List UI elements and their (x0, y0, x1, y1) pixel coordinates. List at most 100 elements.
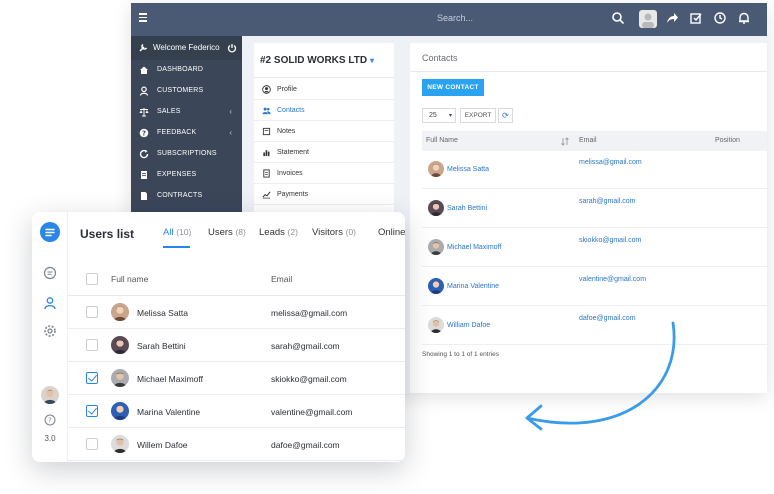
hamburger-icon[interactable] (139, 13, 147, 22)
contact-name[interactable]: Marina Valentine (447, 283, 499, 290)
checkbox-edit-icon[interactable] (689, 11, 703, 25)
user-name[interactable]: Michael Maximoff (137, 374, 203, 384)
avatar (428, 317, 444, 333)
sidebar-item-contracts[interactable]: CONTRACTS (131, 186, 242, 207)
tab-label: Online (378, 227, 405, 238)
row-checkbox[interactable] (86, 339, 98, 351)
page-length-select[interactable]: 25 ▾ (422, 108, 456, 123)
contact-email[interactable]: sarah@gmail.com (579, 198, 636, 205)
table-row[interactable]: Melissa Satta melissa@gmail.com (68, 296, 405, 329)
page-length-value: 25 (429, 112, 437, 119)
contact-name[interactable]: Sarah Bettini (447, 205, 487, 212)
sidebar-item-feedback[interactable]: ? FEEDBACK ‹ (131, 123, 242, 144)
power-icon[interactable] (227, 43, 237, 53)
new-contact-button[interactable]: NEW CONTACT (422, 79, 484, 96)
document-icon (141, 192, 147, 200)
tab-users[interactable]: Users (8) (208, 227, 246, 238)
help-icon[interactable]: ? (44, 414, 56, 426)
select-all-checkbox[interactable] (86, 273, 98, 285)
search-icon[interactable] (611, 11, 625, 25)
user-name[interactable]: Willem Dafoe (137, 440, 188, 450)
table-row[interactable]: Michael Maximoff skiokko@gmail.com (422, 229, 767, 267)
sidebar-item-expenses[interactable]: EXPENSES (131, 165, 242, 186)
sub-item-label: Invoices (277, 170, 303, 177)
user-name[interactable]: Melissa Satta (137, 308, 188, 318)
avatar[interactable] (41, 386, 59, 404)
sub-item-invoices[interactable]: Invoices (254, 163, 394, 184)
caret-down-icon: ▾ (448, 113, 452, 119)
users-list-window: ? 3.0 Users list All (10) Users (8) Lead… (32, 212, 405, 462)
contact-name[interactable]: William Dafoe (447, 322, 490, 329)
table-row[interactable]: Sarah Bettini sarah@gmail.com (68, 329, 405, 362)
table-row[interactable]: Marina Valentine valentine@gmail.com (68, 395, 405, 428)
table-row[interactable]: Melissa Satta melissa@gmail.com (422, 151, 767, 189)
conversations-icon[interactable] (43, 266, 57, 280)
avatar (111, 369, 129, 387)
sub-item-statement[interactable]: Statement (254, 142, 394, 163)
svg-text:?: ? (48, 417, 52, 425)
contact-email[interactable]: skiokko@gmail.com (579, 237, 641, 244)
sidebar-item-dashboard[interactable]: DASHBOARD (131, 60, 242, 81)
sub-item-notes[interactable]: Notes (254, 121, 394, 142)
avatar (111, 303, 129, 321)
row-checkbox[interactable] (86, 372, 98, 384)
clock-icon[interactable] (713, 11, 727, 25)
table-row[interactable]: Marina Valentine valentine@gmail.com (422, 268, 767, 306)
tab-count: (0) (345, 227, 357, 237)
table-row[interactable]: Sarah Bettini sarah@gmail.com (422, 190, 767, 228)
export-button[interactable]: EXPORT (460, 108, 496, 123)
tab-count: (2) (287, 227, 298, 237)
refresh-button[interactable]: ⟳ (498, 108, 513, 123)
users-table-header: Full name Email (68, 262, 405, 296)
tab-all[interactable]: All (10) (163, 227, 191, 238)
avatar (428, 239, 444, 255)
column-header-position[interactable]: Position (715, 137, 740, 144)
user-email: melissa@gmail.com (271, 308, 348, 318)
contact-email[interactable]: melissa@gmail.com (579, 159, 642, 166)
tab-visitors[interactable]: Visitors (0) (312, 227, 356, 238)
row-checkbox[interactable] (86, 438, 98, 450)
column-header-full-name[interactable]: Full Name (426, 137, 458, 144)
sidebar-item-customers[interactable]: CUSTOMERS (131, 81, 242, 102)
receipt-icon (141, 171, 147, 179)
contacts-table-header: Full Name Email Position (422, 131, 767, 151)
tab-leads[interactable]: Leads (2) (259, 227, 298, 238)
chevron-left-icon: ‹ (229, 128, 232, 137)
sidebar-item-sales[interactable]: SALES ‹ (131, 102, 242, 123)
sort-icon[interactable] (561, 137, 570, 146)
line-chart-icon (262, 191, 271, 199)
column-header-full-name[interactable]: Full name (111, 274, 148, 284)
table-row[interactable]: Willem Dafoe dafoe@gmail.com (68, 428, 405, 461)
tab-online[interactable]: Online (378, 227, 405, 238)
sub-item-contacts[interactable]: Contacts (254, 100, 394, 121)
contact-name[interactable]: Melissa Satta (447, 166, 489, 173)
sub-item-label: Payments (277, 191, 309, 198)
caret-down-icon: ▾ (370, 56, 375, 65)
sub-item-payments[interactable]: Payments (254, 184, 394, 205)
column-header-email[interactable]: Email (579, 137, 597, 144)
user-name[interactable]: Marina Valentine (137, 407, 200, 417)
bell-icon[interactable] (737, 11, 751, 25)
divider (410, 71, 767, 72)
refresh-icon (139, 149, 149, 159)
settings-icon[interactable] (43, 324, 57, 338)
row-checkbox[interactable] (86, 306, 98, 318)
users-icon[interactable] (43, 296, 57, 310)
share-icon[interactable] (665, 11, 679, 25)
contact-email[interactable]: valentine@gmail.com (579, 276, 646, 283)
company-selector[interactable]: #2 SOLID WORKS LTD ▾ (260, 55, 374, 66)
table-row[interactable]: Michael Maximoff skiokko@gmail.com (68, 362, 405, 395)
contact-name[interactable]: Michael Maximoff (447, 244, 501, 251)
search-input[interactable]: Search... (437, 13, 473, 23)
user-avatar[interactable] (639, 10, 657, 28)
sidebar-item-subscriptions[interactable]: SUBSCRIPTIONS (131, 144, 242, 165)
user-icon (139, 86, 149, 96)
help-icon: ? (139, 128, 149, 138)
sub-item-profile[interactable]: Profile (254, 79, 394, 100)
row-checkbox[interactable] (86, 405, 98, 417)
user-name[interactable]: Sarah Bettini (137, 341, 186, 351)
sidebar-item-label: EXPENSES (157, 171, 197, 178)
column-header-email[interactable]: Email (271, 274, 292, 284)
avatar (428, 278, 444, 294)
chat-logo-icon[interactable] (40, 222, 60, 242)
